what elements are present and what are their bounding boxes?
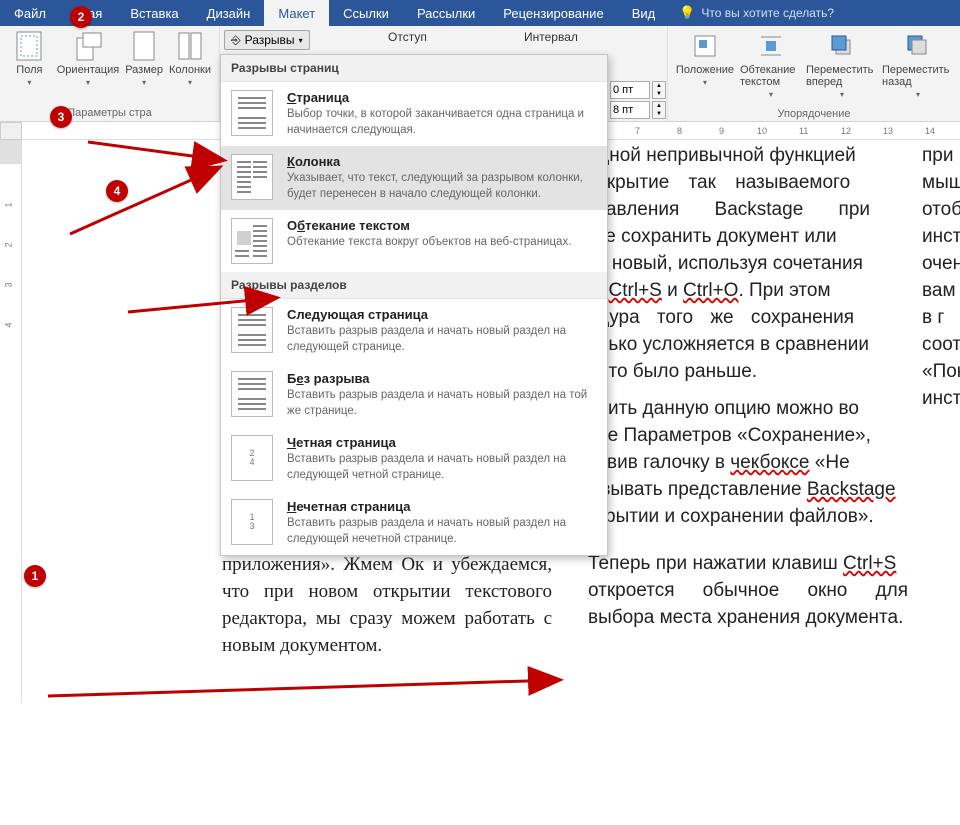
spin-up[interactable]: ▲	[653, 102, 665, 110]
arrange-label: Упорядочение	[674, 106, 954, 120]
breaks-dropdown: Разрывы страниц СтраницаВыбор точки, в к…	[220, 54, 608, 556]
spin-down[interactable]: ▼	[653, 110, 665, 118]
page-break-icon	[231, 90, 273, 136]
size-button[interactable]: Размер▾	[125, 30, 163, 87]
callout-badge-3: 3	[50, 106, 72, 128]
dropdown-header-page-breaks: Разрывы страниц	[221, 55, 607, 82]
spin-up[interactable]: ▲	[653, 82, 665, 90]
page-setup-group: Поля▾ Ориентация▾ Размер▾ Колонки▾ Парам…	[0, 26, 220, 121]
chevron-down-icon: ▾	[299, 36, 303, 45]
wrap-text-icon	[755, 30, 787, 62]
tab-mailings[interactable]: Рассылки	[403, 0, 489, 26]
even-page-break-icon: 24	[231, 435, 273, 481]
continuous-break-icon	[231, 371, 273, 417]
bring-forward-button[interactable]: Переместить вперед▾	[806, 30, 878, 99]
indent-label: Отступ	[388, 30, 427, 44]
spacing-after-input[interactable]	[610, 101, 650, 119]
bring-forward-icon	[826, 30, 858, 62]
position-button[interactable]: Положение▾	[674, 30, 736, 99]
bulb-icon: 💡	[679, 5, 695, 21]
spacing-before-input[interactable]	[610, 81, 650, 99]
position-icon	[689, 30, 721, 62]
break-column-item[interactable]: КолонкаУказывает, что текст, следующий з…	[221, 146, 607, 210]
margins-icon	[13, 30, 45, 62]
callout-badge-1: 1	[24, 565, 46, 587]
orientation-icon	[72, 30, 104, 62]
size-icon	[128, 30, 160, 62]
send-backward-icon	[902, 30, 934, 62]
arrange-group: Положение▾ Обтекание текстом▾ Переместит…	[667, 26, 960, 122]
ruler-corner	[0, 122, 22, 140]
callout-badge-4: 4	[106, 180, 128, 202]
tab-insert[interactable]: Вставка	[116, 0, 192, 26]
text-wrap-break-icon	[231, 218, 273, 264]
spin-down[interactable]: ▼	[653, 90, 665, 98]
break-page-item[interactable]: СтраницаВыбор точки, в которой заканчива…	[221, 82, 607, 146]
page-setup-label: Параметры стра	[8, 105, 211, 119]
margins-button[interactable]: Поля▾	[8, 30, 51, 87]
next-page-break-icon	[231, 307, 273, 353]
break-continuous-item[interactable]: Без разрываВставить разрыв раздела и нач…	[221, 363, 607, 427]
break-odd-page-item[interactable]: 13 Нечетная страницаВставить разрыв разд…	[221, 491, 607, 555]
wrap-text-button[interactable]: Обтекание текстом▾	[740, 30, 802, 99]
tell-me[interactable]: 💡Что вы хотите сделать?	[679, 0, 834, 26]
body-text-col3: Теперь при нажатии клавиш Ctrl+S откроет…	[588, 550, 908, 631]
tab-review[interactable]: Рецензирование	[489, 0, 617, 26]
break-next-page-item[interactable]: Следующая страницаВставить разрыв раздел…	[221, 299, 607, 363]
tab-view[interactable]: Вид	[618, 0, 670, 26]
columns-button[interactable]: Колонки▾	[169, 30, 211, 87]
tab-design[interactable]: Дизайн	[193, 0, 265, 26]
menu-bar: Файл вная Вставка Дизайн Макет Ссылки Ра…	[0, 0, 960, 26]
interval-label: Интервал	[524, 30, 578, 44]
breaks-button[interactable]: ⎆ Разрывы ▾	[224, 30, 310, 50]
tab-layout[interactable]: Макет	[264, 0, 329, 26]
send-backward-button[interactable]: Переместить назад▾	[882, 30, 954, 99]
breaks-icon: ⎆	[231, 33, 241, 48]
dropdown-header-section-breaks: Разрывы разделов	[221, 272, 607, 299]
vertical-ruler[interactable]: 1 2 3 4	[0, 140, 22, 703]
tab-references[interactable]: Ссылки	[329, 0, 403, 26]
orientation-button[interactable]: Ориентация▾	[57, 30, 119, 87]
body-text-col2: одной непривычной функцией открытие так …	[588, 142, 908, 530]
break-text-wrap-item[interactable]: Обтекание текстомОбтекание текста вокруг…	[221, 210, 607, 272]
column-break-icon	[231, 154, 273, 200]
callout-badge-2: 2	[70, 6, 92, 28]
spacing-spinners: ▲▼ ▲▼	[610, 81, 666, 119]
break-even-page-item[interactable]: 24 Четная страницаВставить разрыв раздел…	[221, 427, 607, 491]
body-text-col4: при мыши вотобраинструоченьвам мев гсоот…	[922, 142, 960, 412]
columns-icon	[174, 30, 206, 62]
tab-file[interactable]: Файл	[0, 0, 60, 26]
odd-page-break-icon: 13	[231, 499, 273, 545]
